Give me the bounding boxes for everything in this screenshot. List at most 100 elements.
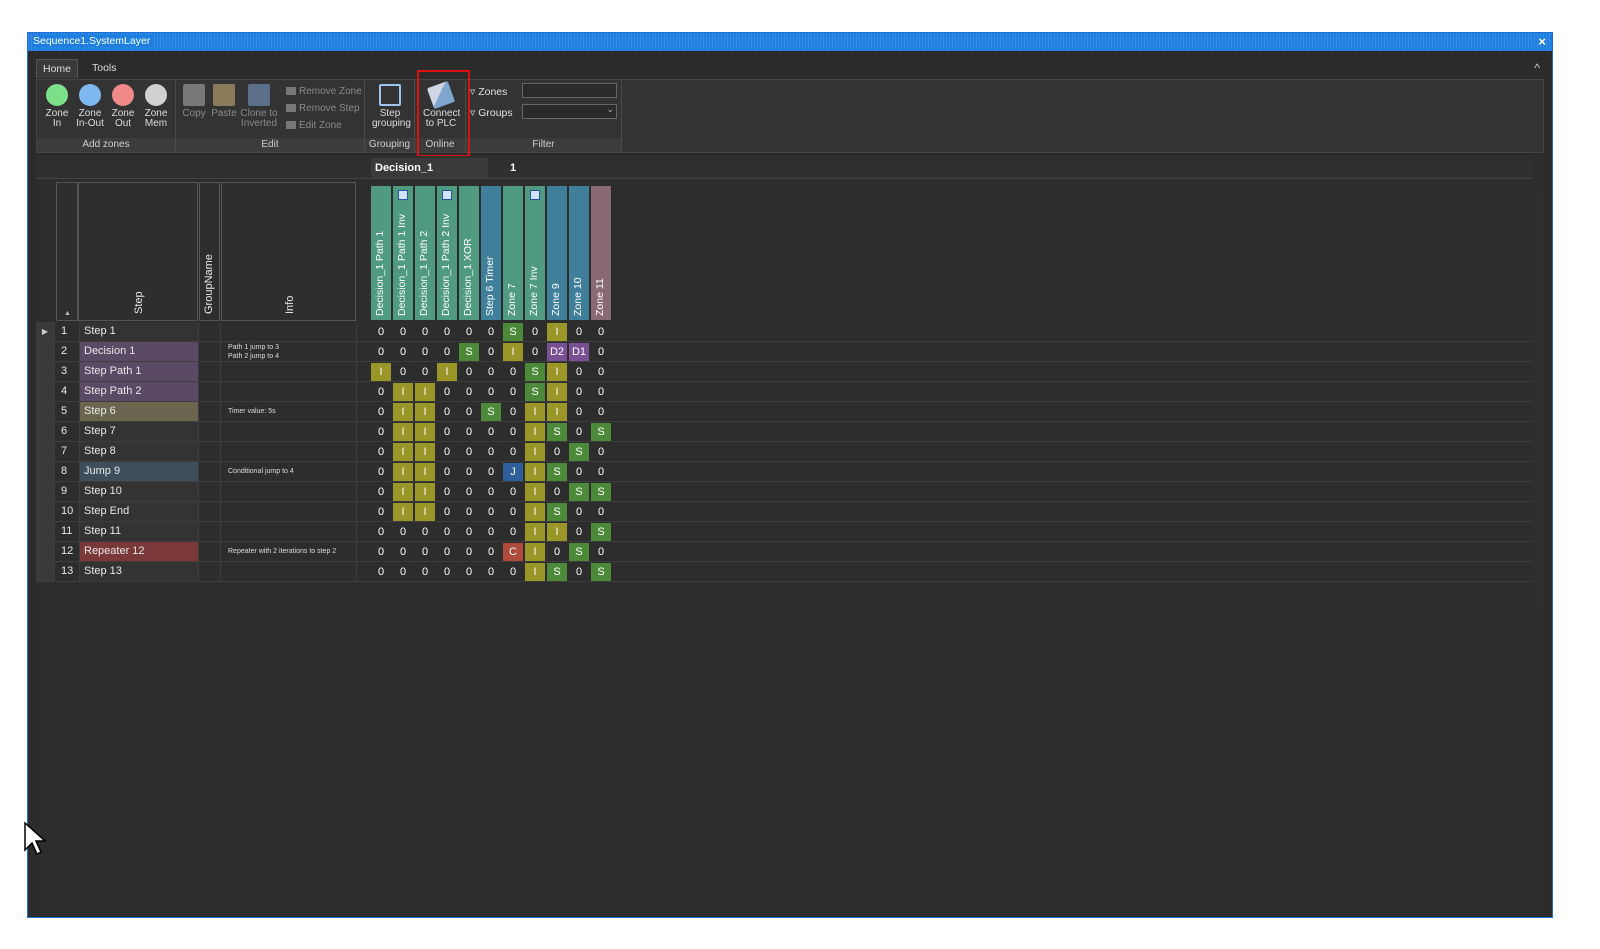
zone-state-cell[interactable]: 0	[371, 423, 391, 441]
step-name-cell[interactable]: Decision 1	[80, 342, 199, 361]
zone-state-cell[interactable]: 0	[503, 503, 523, 521]
zone-state-cell[interactable]: S	[569, 483, 589, 501]
zone-state-cell[interactable]: 0	[569, 363, 589, 381]
table-row[interactable]: 13 Step 13 0 0 0 0 0 0 0 I S 0 S	[36, 562, 1532, 582]
zone-state-cell[interactable]: 0	[437, 343, 457, 361]
zone-state-cell[interactable]: 0	[371, 563, 391, 581]
info-cell[interactable]	[221, 422, 357, 441]
zone-state-cell[interactable]: 0	[591, 323, 611, 341]
zone-state-cell[interactable]: 0	[459, 523, 479, 541]
row-selector[interactable]	[36, 522, 55, 541]
zone-state-cell[interactable]: I	[393, 443, 413, 461]
zone-state-cell[interactable]: 0	[547, 443, 567, 461]
zone-state-cell[interactable]: 0	[569, 503, 589, 521]
zone-state-cell[interactable]: 0	[459, 563, 479, 581]
zone-state-cell[interactable]: I	[547, 363, 567, 381]
close-icon[interactable]: ×	[1538, 34, 1546, 49]
zone-state-cell[interactable]: 0	[393, 563, 413, 581]
table-row[interactable]: ▶ 1 Step 1000000S0I00	[36, 322, 1532, 342]
zone-in-out-button[interactable]: Zone In-Out	[74, 84, 106, 129]
zone-state-cell[interactable]: 0	[371, 543, 391, 561]
row-selector[interactable]	[36, 562, 55, 581]
zone-state-cell[interactable]: 0	[481, 363, 501, 381]
header-step[interactable]: Step	[78, 182, 198, 321]
info-cell[interactable]: Conditional jump to 4	[221, 462, 357, 481]
table-row[interactable]: 5 Step 6 Timer value: 5s 0 I I 0 0 S 0 I I 0 0	[36, 402, 1532, 422]
zone-mem-button[interactable]: Zone Mem	[140, 84, 172, 129]
zone-state-cell[interactable]: I	[547, 383, 567, 401]
zone-state-cell[interactable]: 0	[569, 563, 589, 581]
info-cell[interactable]	[221, 322, 357, 341]
zone-state-cell[interactable]: 0	[503, 403, 523, 421]
row-selector[interactable]	[36, 382, 55, 401]
zone-in-button[interactable]: Zone In	[41, 84, 73, 129]
paste-button[interactable]: Paste	[208, 84, 240, 119]
zone-state-cell[interactable]: D1	[569, 343, 589, 361]
tab-home[interactable]: Home	[36, 59, 79, 78]
zone-header[interactable]: Decision_1 Path 1	[371, 186, 392, 320]
zone-state-cell[interactable]: I	[525, 543, 545, 561]
zone-state-cell[interactable]: 0	[591, 343, 611, 361]
zone-state-cell[interactable]: 0	[547, 483, 567, 501]
zone-state-cell[interactable]: I	[415, 463, 435, 481]
zone-state-cell[interactable]: 0	[481, 543, 501, 561]
zone-state-cell[interactable]: D2	[547, 343, 567, 361]
zone-state-cell[interactable]: 0	[437, 443, 457, 461]
zone-state-cell[interactable]: 0	[503, 523, 523, 541]
zone-state-cell[interactable]: S	[591, 523, 611, 541]
zone-state-cell[interactable]: I	[393, 503, 413, 521]
group-name-cell[interactable]	[199, 322, 221, 341]
step-name-cell[interactable]: Jump 9	[80, 462, 199, 481]
zone-state-cell[interactable]: I	[415, 483, 435, 501]
zone-state-cell[interactable]: 0	[415, 563, 435, 581]
zone-state-cell[interactable]: 0	[393, 323, 413, 341]
zone-out-button[interactable]: Zone Out	[107, 84, 139, 129]
zone-state-cell[interactable]: 0	[481, 383, 501, 401]
zone-state-cell[interactable]: S	[525, 383, 545, 401]
zone-state-cell[interactable]: 0	[371, 503, 391, 521]
step-name-cell[interactable]: Repeater 12	[80, 542, 199, 561]
table-row[interactable]: 7 Step 80II0000I0S0	[36, 442, 1532, 462]
group-name-cell[interactable]	[199, 342, 221, 361]
zone-state-cell[interactable]: 0	[393, 543, 413, 561]
info-cell[interactable]	[221, 442, 357, 461]
zone-state-cell[interactable]: 0	[503, 563, 523, 581]
zone-state-cell[interactable]: 0	[437, 483, 457, 501]
zone-state-cell[interactable]: 0	[569, 403, 589, 421]
zone-state-cell[interactable]: 0	[371, 343, 391, 361]
zone-state-cell[interactable]: 0	[481, 423, 501, 441]
zone-state-cell[interactable]: 0	[503, 383, 523, 401]
info-cell[interactable]: Repeater with 2 iterations to step 2	[221, 542, 357, 561]
zone-state-cell[interactable]: 0	[569, 323, 589, 341]
zone-state-cell[interactable]: I	[503, 343, 523, 361]
zone-state-cell[interactable]: 0	[393, 343, 413, 361]
zone-state-cell[interactable]: 0	[591, 363, 611, 381]
zone-header[interactable]: Zone 9	[547, 186, 568, 320]
zone-state-cell[interactable]: 0	[437, 523, 457, 541]
zone-state-cell[interactable]: S	[547, 463, 567, 481]
zone-state-cell[interactable]: 0	[569, 423, 589, 441]
zone-state-cell[interactable]: 0	[591, 443, 611, 461]
step-name-cell[interactable]: Step End	[80, 502, 199, 521]
zone-state-cell[interactable]: I	[393, 423, 413, 441]
zone-state-cell[interactable]: 0	[503, 443, 523, 461]
table-row[interactable]: 4 Step Path 20II0000SI00	[36, 382, 1532, 402]
row-selector[interactable]	[36, 482, 55, 501]
zone-state-cell[interactable]: I	[525, 423, 545, 441]
zone-state-cell[interactable]: I	[371, 363, 391, 381]
zone-state-cell[interactable]: I	[525, 443, 545, 461]
zone-state-cell[interactable]: S	[547, 503, 567, 521]
zone-state-cell[interactable]: 0	[437, 403, 457, 421]
table-row[interactable]: 2 Decision 1 Path 1 jump to 3 Path 2 jump t…	[36, 342, 1532, 362]
zone-state-cell[interactable]: 0	[459, 323, 479, 341]
zone-state-cell[interactable]: 0	[481, 483, 501, 501]
zone-state-cell[interactable]: 0	[569, 463, 589, 481]
zone-state-cell[interactable]: 0	[415, 523, 435, 541]
zone-state-cell[interactable]: 0	[481, 463, 501, 481]
zone-state-cell[interactable]: 0	[459, 543, 479, 561]
group-name-cell[interactable]	[199, 442, 221, 461]
group-name-cell[interactable]	[199, 522, 221, 541]
step-name-cell[interactable]: Step 6	[80, 402, 199, 421]
zone-state-cell[interactable]: I	[393, 463, 413, 481]
step-name-cell[interactable]: Step 10	[80, 482, 199, 501]
